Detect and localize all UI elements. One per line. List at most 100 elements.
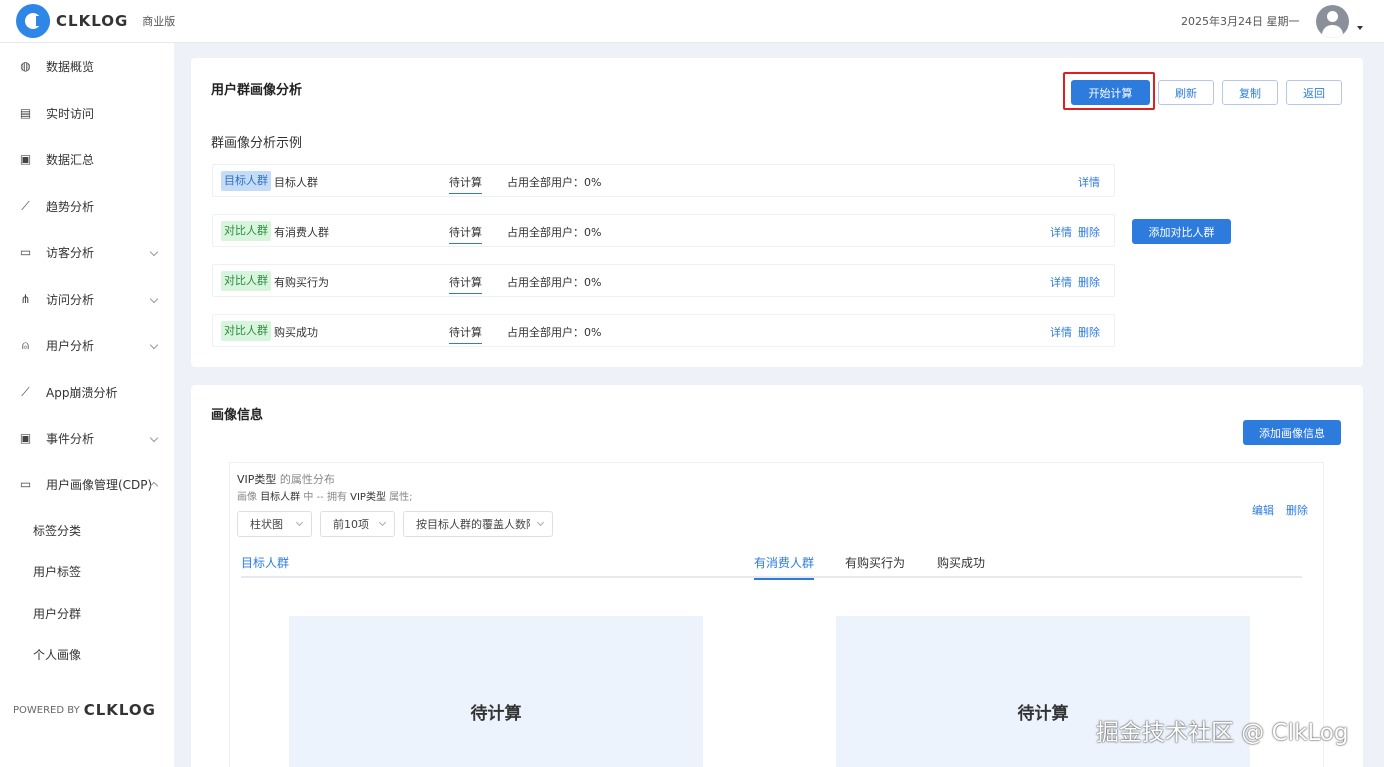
add-compare-group-button[interactable]: 添加对比人群 [1132,219,1231,244]
sidebar-item-event[interactable]: ▣ 事件分析 [0,423,174,453]
pending-label: 待计算 [1017,703,1069,724]
sidebar-item-label: 访问分析 [46,292,95,307]
current-date: 2025年3月24日 星期一 [1181,15,1300,28]
access-icon: ⋔ [20,291,31,306]
event-icon: ▣ [19,430,32,445]
profile-info-title: 画像信息 [211,408,264,423]
sidebar-subitem-personal-profile[interactable]: 个人画像 [33,646,81,663]
trend-icon: ⟋ [21,198,30,213]
sidebar-item-access[interactable]: ⋔ 访问分析 [0,284,174,314]
left-chart-placeholder: 待计算 [289,616,703,767]
sidebar-item-crash[interactable]: ⟋ App崩溃分析 [0,377,174,407]
desc-group: 目标人群 [260,492,301,503]
sidebar-item-label: 数据汇总 [46,152,95,167]
group-status: 待计算 [449,174,482,194]
visitor-icon: ▭ [19,244,32,259]
sidebar-subitem-user-tags[interactable]: 用户标签 [33,563,81,580]
chevron-down-icon [149,433,159,443]
detail-link[interactable]: 详情 [1050,324,1072,340]
app-logo[interactable]: CLKLOG 商业版 [16,4,175,38]
tab-consumer-group[interactable]: 有消费人群 [754,554,815,580]
chevron-down-icon [149,294,159,304]
start-compute-button[interactable]: 开始计算 [1071,80,1150,105]
top-header: CLKLOG 商业版 2025年3月24日 星期一 [0,0,1384,43]
user-avatar[interactable] [1316,5,1349,38]
chevron-down-icon [536,518,545,527]
delete-link[interactable]: 删除 [1286,502,1308,518]
user-icon: ⍝ [21,337,30,352]
chevron-down-icon [149,247,159,257]
top-n-select[interactable]: 前10项 [320,511,395,537]
summary-icon: ▣ [19,151,32,166]
page-title: 用户群画像分析 [211,83,303,98]
compare-group-tag: 对比人群 [221,271,271,291]
dashboard-icon: ◍ [20,58,31,73]
logo-mark-icon [16,4,50,38]
cdp-icon: ▭ [19,476,32,491]
delete-link[interactable]: 删除 [1078,274,1100,290]
powered-by: POWERED BY CLKLOG [13,701,156,719]
detail-link[interactable]: 详情 [1050,224,1072,240]
crash-icon: ⟋ [21,384,30,399]
refresh-button[interactable]: 刷新 [1158,80,1214,105]
desc-prefix: 画像 [237,492,257,503]
detail-link[interactable]: 详情 [1050,274,1072,290]
top-n-value: 前10项 [333,518,369,531]
sidebar-item-label: 数据概览 [46,59,95,74]
edition-label: 商业版 [142,15,176,28]
sidebar-item-realtime[interactable]: ▤ 实时访问 [0,98,174,128]
back-button[interactable]: 返回 [1286,80,1342,105]
group-ratio: 占用全部用户：0% [507,276,602,289]
target-group-tag: 目标人群 [221,171,271,191]
pending-label: 待计算 [470,703,522,724]
powered-by-logo: CLKLOG [83,701,156,719]
detail-link[interactable]: 详情 [1078,174,1100,190]
add-profile-info-button[interactable]: 添加画像信息 [1243,420,1341,445]
tab-purchase-success[interactable]: 购买成功 [937,554,985,578]
caret-down-icon[interactable] [1357,26,1363,30]
sidebar-item-overview[interactable]: ◍ 数据概览 [0,51,174,81]
sort-select[interactable]: 按目标人群的覆盖人数降序 [403,511,553,537]
group-name: 有购买行为 [274,276,329,289]
sidebar-item-label: App崩溃分析 [46,385,118,400]
sidebar-subitem-tag-category[interactable]: 标签分类 [33,522,81,539]
chart-type-value: 柱状图 [250,518,283,531]
chart-type-select[interactable]: 柱状图 [237,511,312,537]
attribute-title: VIP类型 的属性分布 [237,471,335,487]
compare-group-tag: 对比人群 [221,321,271,341]
edit-link[interactable]: 编辑 [1252,502,1274,518]
chevron-down-icon [378,518,387,527]
sidebar-item-summary[interactable]: ▣ 数据汇总 [0,144,174,174]
attribute-name: VIP类型 [237,473,277,486]
desc-suffix: 属性; [389,492,413,503]
sidebar-subitem-user-segments[interactable]: 用户分群 [33,605,81,622]
sidebar: ◍ 数据概览 ▤ 实时访问 ▣ 数据汇总 ⟋ 趋势分析 ▭ 访客分析 ⋔ 访问分… [0,43,174,767]
sidebar-item-visitor[interactable]: ▭ 访客分析 [0,237,174,267]
group-status: 待计算 [449,224,482,244]
watermark: 掘金技术社区 @ ClkLog [1096,720,1349,746]
sort-value: 按目标人群的覆盖人数降序 [416,518,530,531]
sidebar-item-trend[interactable]: ⟋ 趋势分析 [0,191,174,221]
group-status: 待计算 [449,324,482,344]
sidebar-item-label: 用户画像管理(CDP) [46,477,153,492]
example-subtitle: 群画像分析示例 [211,136,303,151]
sidebar-item-user[interactable]: ⍝ 用户分析 [0,330,174,360]
group-row: 对比人群 购买成功 待计算 占用全部用户：0% 详情 删除 [212,314,1115,347]
group-row: 对比人群 有购买行为 待计算 占用全部用户：0% 详情 删除 [212,264,1115,297]
chevron-down-icon [295,518,304,527]
tab-target-group[interactable]: 目标人群 [241,554,289,578]
sidebar-item-label: 访客分析 [46,245,95,260]
desc-attr: VIP类型 [350,492,386,503]
desc-mid: 中 -- 拥有 [303,492,347,503]
sidebar-item-label: 实时访问 [46,106,95,121]
delete-link[interactable]: 删除 [1078,224,1100,240]
tab-purchase-behavior[interactable]: 有购买行为 [845,554,905,578]
copy-button[interactable]: 复制 [1222,80,1278,105]
chevron-down-icon [149,340,159,350]
group-status: 待计算 [449,274,482,294]
right-tab-bar: 有消费人群 有购买行为 购买成功 [754,552,1302,580]
sidebar-item-cdp[interactable]: ▭ 用户画像管理(CDP) [0,469,174,499]
logo-text: CLKLOG [56,12,129,30]
delete-link[interactable]: 删除 [1078,324,1100,340]
group-ratio: 占用全部用户：0% [507,176,602,189]
